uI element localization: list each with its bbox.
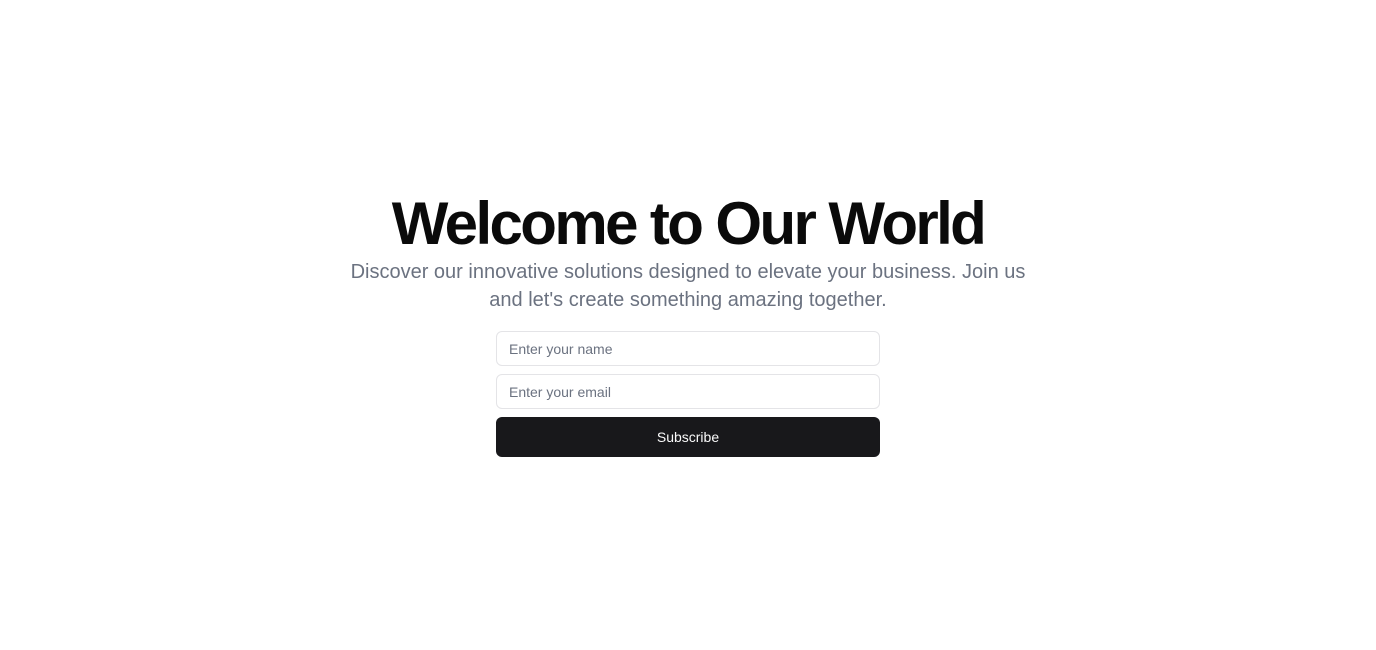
hero-section: Welcome to Our World Discover our innova… [0, 188, 1376, 457]
hero-subtitle: Discover our innovative solutions design… [350, 261, 1026, 311]
subscribe-form: Subscribe [496, 331, 880, 457]
hero-title: Welcome to Our World [391, 190, 987, 257]
email-input[interactable] [496, 374, 880, 409]
page: Welcome to Our World Discover our innova… [0, 0, 1376, 650]
subscribe-button[interactable]: Subscribe [496, 417, 880, 457]
name-input[interactable] [496, 331, 880, 366]
